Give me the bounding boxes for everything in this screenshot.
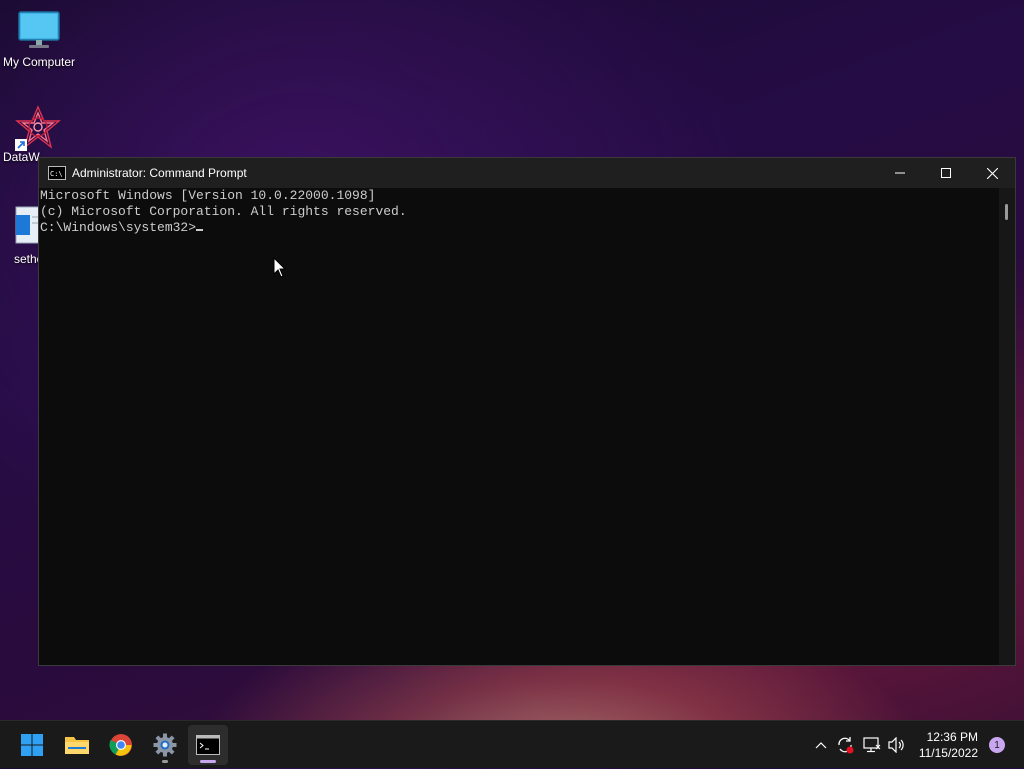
text-cursor	[196, 229, 204, 231]
active-indicator	[200, 760, 216, 763]
command-prompt-window[interactable]: C:\ Administrator: Command Prompt Micros…	[38, 157, 1016, 666]
maximize-button[interactable]	[923, 158, 969, 188]
mouse-pointer-icon	[273, 257, 287, 278]
speaker-icon	[888, 737, 904, 753]
vertical-scrollbar[interactable]	[999, 188, 1015, 665]
desktop-icon-label: setho	[14, 252, 44, 266]
sync-status-button[interactable]	[834, 721, 856, 769]
desktop-icon-label: My Computer	[2, 55, 76, 69]
command-prompt-taskbar-button[interactable]	[188, 725, 228, 765]
maximize-icon	[941, 168, 951, 178]
console-prompt: C:\Windows\system32>	[40, 220, 197, 235]
window-title: Administrator: Command Prompt	[72, 166, 247, 180]
show-hidden-icons-button[interactable]	[810, 721, 832, 769]
clock-time: 12:36 PM	[926, 730, 978, 744]
monitor-icon	[18, 11, 60, 48]
desktop-icon-label: DataW	[3, 150, 40, 164]
cmd-app-icon: C:\	[48, 166, 66, 180]
volume-button[interactable]	[886, 721, 908, 769]
start-button[interactable]	[12, 725, 52, 765]
network-button[interactable]	[861, 721, 883, 769]
chrome-icon	[109, 734, 132, 756]
notification-badge[interactable]: 1	[989, 737, 1005, 753]
minimize-button[interactable]	[877, 158, 923, 188]
clock-button[interactable]: 12:36 PM 11/15/2022	[919, 729, 978, 761]
window-titlebar[interactable]: C:\ Administrator: Command Prompt	[39, 158, 1015, 188]
desktop-icon-dataw[interactable]: DataW	[0, 105, 61, 164]
gear-icon	[153, 733, 177, 757]
taskbar: 12:36 PM 11/15/2022 1	[0, 720, 1024, 768]
folder-icon	[65, 737, 89, 754]
clock-date: 11/15/2022	[918, 746, 978, 760]
desktop-icon-setho[interactable]: setho	[0, 205, 44, 266]
chrome-button[interactable]	[101, 725, 141, 765]
settings-button[interactable]	[145, 725, 185, 765]
desktop-icon-my-computer[interactable]: My Computer	[0, 10, 78, 69]
close-button[interactable]	[969, 158, 1015, 188]
scrollbar-thumb[interactable]	[1005, 204, 1008, 220]
minimize-icon	[895, 172, 905, 174]
dataw-app-icon	[15, 105, 61, 151]
console-prompt-line: C:\Windows\system32>	[40, 220, 999, 236]
close-icon	[986, 167, 998, 179]
network-icon	[863, 737, 881, 753]
svg-text:C:\: C:\	[50, 170, 63, 178]
sync-icon	[838, 737, 854, 754]
running-indicator	[162, 760, 168, 763]
console-output[interactable]: Microsoft Windows [Version 10.0.22000.10…	[39, 188, 999, 665]
file-explorer-button[interactable]	[57, 725, 97, 765]
terminal-icon	[196, 735, 220, 755]
chevron-up-icon	[815, 742, 827, 749]
windows-logo-icon	[21, 734, 43, 756]
console-line: Microsoft Windows [Version 10.0.22000.10…	[40, 188, 376, 203]
console-line: (c) Microsoft Corporation. All rights re…	[40, 204, 407, 219]
